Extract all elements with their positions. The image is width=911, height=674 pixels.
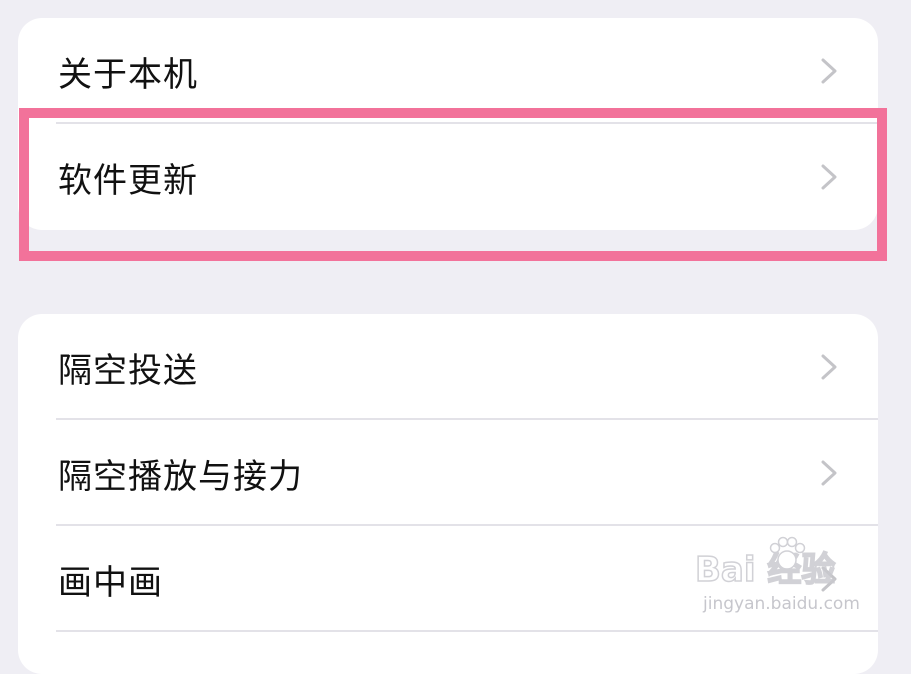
- row-label-software-update: 软件更新: [58, 160, 198, 201]
- settings-row-airplay-handoff[interactable]: 隔空播放与接力: [18, 420, 878, 526]
- settings-row-software-update[interactable]: 软件更新: [18, 124, 878, 230]
- row-label-airplay-handoff: 隔空播放与接力: [58, 456, 303, 497]
- chevron-right-icon: [821, 58, 837, 84]
- row-label-about: 关于本机: [58, 54, 198, 95]
- chevron-right-icon: [821, 460, 837, 486]
- settings-row-airdrop[interactable]: 隔空投送: [18, 314, 878, 420]
- row-label-picture-in-picture: 画中画: [58, 562, 163, 603]
- chevron-right-icon: [821, 164, 837, 190]
- chevron-right-icon: [821, 566, 837, 592]
- row-divider: [56, 630, 878, 632]
- settings-row-picture-in-picture[interactable]: 画中画: [18, 526, 878, 632]
- settings-group-general: 关于本机 软件更新: [18, 18, 878, 230]
- chevron-right-icon: [821, 354, 837, 380]
- settings-row-about[interactable]: 关于本机: [18, 18, 878, 124]
- settings-group-connectivity: 隔空投送 隔空播放与接力 画中画: [18, 314, 878, 674]
- row-label-airdrop: 隔空投送: [58, 350, 198, 391]
